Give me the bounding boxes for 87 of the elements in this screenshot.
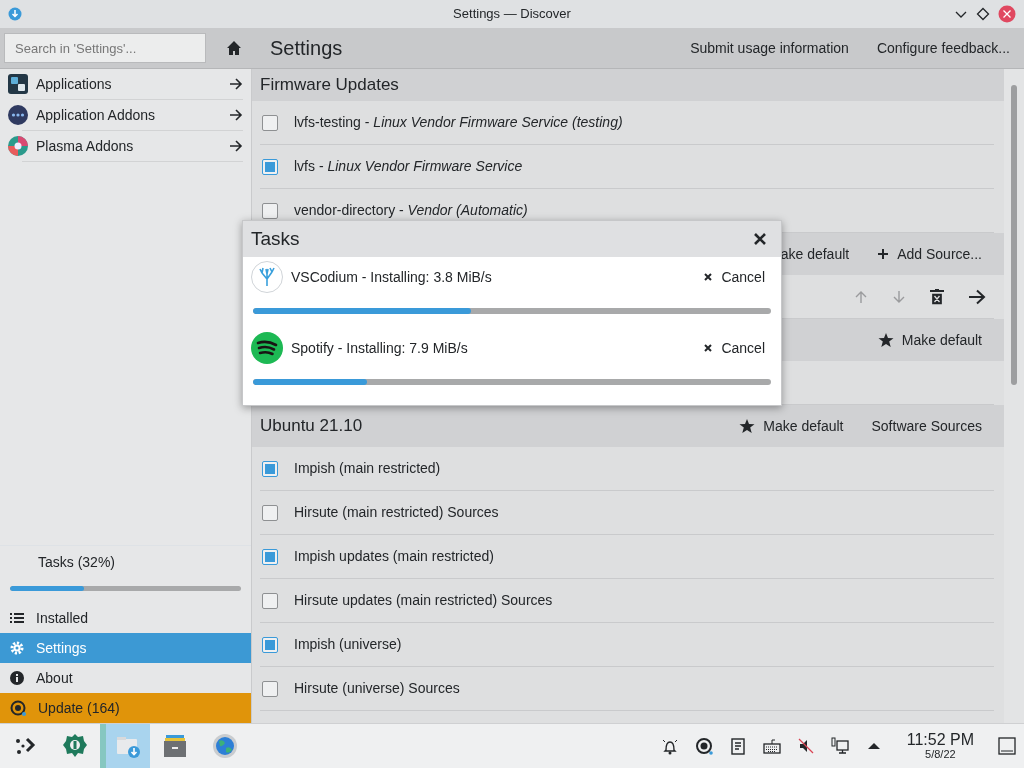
update-icon	[10, 700, 26, 716]
source-label: vendor-directory - Vendor (Automatic)	[294, 201, 528, 220]
arrow-right-icon	[229, 77, 243, 91]
arrow-right-icon	[229, 108, 243, 122]
toolbar-link[interactable]: Submit usage information	[684, 33, 855, 63]
cancel-button[interactable]: Cancel	[697, 336, 771, 360]
network-tray-button[interactable]	[830, 737, 849, 755]
star-icon	[877, 332, 894, 348]
settings-icon	[10, 641, 24, 655]
clipboard-icon	[728, 737, 747, 755]
checkbox[interactable]	[262, 460, 278, 477]
source-label: Hirsute updates (main restricted) Sources	[294, 591, 553, 610]
clipboard-tray-button[interactable]	[728, 737, 747, 755]
source-label: Hirsute (main restricted) Sources	[294, 503, 499, 522]
category-icon	[8, 74, 28, 94]
page-title: Settings	[270, 36, 343, 61]
category-item[interactable]: Plasma Addons	[0, 131, 251, 161]
section-title: Firmware Updates	[260, 74, 399, 97]
app-icon	[251, 332, 283, 364]
info-icon	[10, 671, 24, 685]
window-title: Settings — Discover	[453, 5, 571, 24]
category-label: Applications	[36, 74, 113, 94]
source-label: Impish updates (main restricted)	[294, 547, 494, 566]
source-label: Impish (universe)	[294, 635, 402, 654]
close-icon[interactable]	[998, 5, 1016, 23]
checkbox[interactable]	[262, 592, 278, 609]
checkbox[interactable]	[262, 202, 278, 219]
keyboard-icon	[762, 737, 781, 755]
source-label: Hirsute (universe) Sources	[294, 679, 460, 698]
dialog-title: Tasks	[251, 226, 300, 251]
list-icon	[10, 611, 24, 625]
clock-time[interactable]: 11:52 PM	[906, 731, 974, 748]
app-icon	[251, 261, 283, 293]
globe-icon	[212, 733, 238, 759]
tasks-label[interactable]: Tasks (32%)	[0, 546, 251, 573]
source-label: Impish (main restricted)	[294, 459, 441, 478]
clock-date[interactable]: 5/8/22	[906, 747, 974, 761]
task-label: VSCodium - Installing: 3.8 MiB/s	[291, 267, 493, 287]
arrow-right-icon	[229, 139, 243, 153]
category-item[interactable]: Application Addons	[0, 100, 251, 130]
checkbox[interactable]	[262, 680, 278, 697]
checkbox[interactable]	[262, 158, 278, 175]
keyboard-tray-button[interactable]	[762, 737, 781, 755]
checkbox[interactable]	[262, 114, 278, 131]
checkbox[interactable]	[262, 636, 278, 653]
nav-item[interactable]: About	[0, 663, 251, 693]
section-action-button[interactable]: Make default	[871, 329, 988, 351]
cancel-button[interactable]: Cancel	[697, 265, 771, 289]
category-label: Plasma Addons	[36, 136, 135, 156]
notification-icon	[660, 737, 679, 755]
toolbar-link[interactable]: Configure feedback...	[870, 33, 1016, 63]
section-action-button[interactable]: Make default	[733, 415, 850, 437]
section-action-button[interactable]: Add Source...	[871, 243, 988, 265]
checkbox[interactable]	[262, 548, 278, 565]
notification-tray-button[interactable]	[660, 737, 679, 755]
category-item[interactable]: Applications	[0, 69, 251, 99]
nav-item[interactable]: Update (164)	[0, 693, 251, 723]
maximize-icon[interactable]	[976, 7, 990, 21]
show-desktop-icon[interactable]	[998, 737, 1016, 755]
gear-icon	[62, 733, 88, 759]
search-field[interactable]: Search in 'Settings'...	[4, 33, 206, 63]
cancel-icon	[703, 272, 714, 282]
forward-icon[interactable]	[968, 288, 986, 305]
checkbox[interactable]	[262, 504, 278, 521]
task-label: Spotify - Installing: 7.9 MiB/s	[291, 338, 469, 358]
nav-item[interactable]: Installed	[0, 603, 251, 633]
category-icon	[8, 105, 28, 125]
plus-icon	[877, 248, 890, 260]
update-tray-button[interactable]	[694, 737, 713, 755]
network-icon	[830, 737, 849, 755]
source-label: lvfs - Linux Vendor Firmware Service	[294, 157, 523, 176]
update-icon	[694, 737, 713, 755]
muted-speaker-icon	[796, 737, 815, 755]
delete-icon[interactable]	[930, 288, 944, 305]
cancel-icon	[703, 343, 714, 353]
section-action-button[interactable]: ake default	[774, 243, 856, 265]
source-label: lvfs-testing - Linux Vendor Firmware Service (testing)	[294, 113, 623, 132]
section-action-button[interactable]: Software Sources	[865, 415, 988, 437]
section-title: Ubuntu 21.10	[260, 415, 363, 438]
close-icon	[753, 232, 767, 246]
app-icon	[8, 7, 22, 21]
archive-icon	[162, 733, 188, 759]
category-icon	[8, 136, 28, 156]
star-icon	[739, 418, 756, 434]
muted-speaker-tray-button[interactable]	[796, 737, 815, 755]
home-icon	[226, 40, 242, 56]
category-label: Application Addons	[36, 105, 157, 125]
